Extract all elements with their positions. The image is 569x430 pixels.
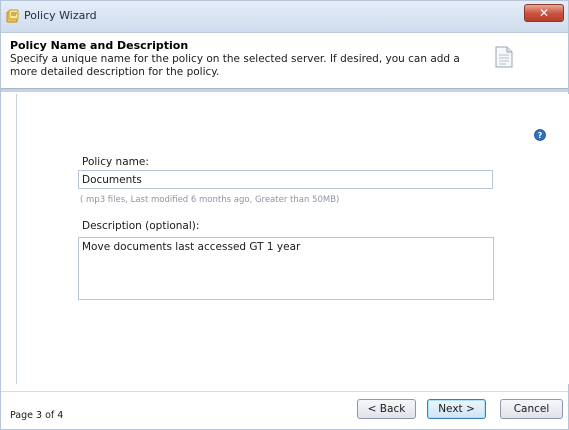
document-icon <box>495 46 513 68</box>
wizard-header: Policy Name and Description Specify a un… <box>1 33 568 88</box>
policy-wizard-window: Policy Wizard ✕ Policy Name and Descript… <box>0 0 569 430</box>
page-indicator: Page 3 of 4 <box>10 410 64 421</box>
window-title: Policy Wizard <box>24 9 97 22</box>
back-button[interactable]: < Back <box>357 399 416 419</box>
page-description: Specify a unique name for the policy on … <box>10 53 460 78</box>
criteria-hint: ( mp3 files, Last modified 6 months ago,… <box>80 195 340 205</box>
page-title: Policy Name and Description <box>10 39 189 52</box>
title-bar[interactable]: Policy Wizard ✕ <box>1 1 568 33</box>
close-button[interactable]: ✕ <box>524 4 564 22</box>
header-divider <box>1 88 568 92</box>
footer-divider <box>1 391 568 392</box>
description-label: Description (optional): <box>82 220 200 232</box>
description-field[interactable]: Move documents last accessed GT 1 year <box>78 237 494 300</box>
next-button[interactable]: Next > <box>427 399 486 419</box>
svg-text:?: ? <box>538 131 543 140</box>
wizard-icon <box>6 9 19 23</box>
policy-name-field[interactable]: Documents <box>78 170 493 189</box>
help-icon[interactable]: ? <box>534 129 546 141</box>
policy-name-label: Policy name: <box>82 156 149 168</box>
cancel-button[interactable]: Cancel <box>500 399 563 419</box>
